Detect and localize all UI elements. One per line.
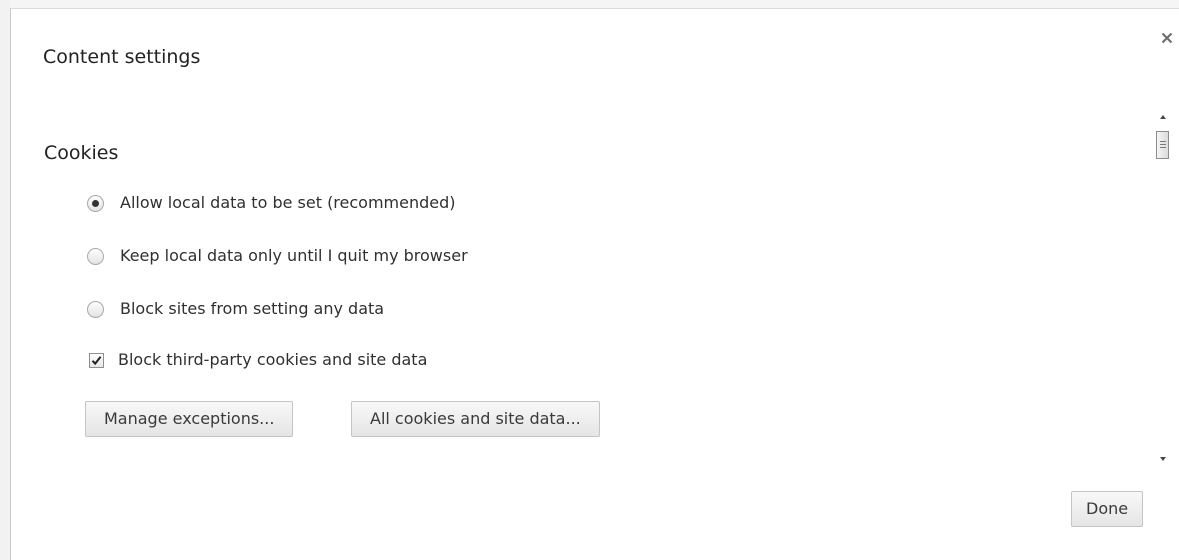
radio-allow-local-data[interactable]: Allow local data to be set (recommended)	[87, 190, 456, 216]
dialog-title: Content settings	[43, 46, 201, 68]
vertical-scrollbar[interactable]	[1155, 101, 1171, 473]
checkmark-icon	[91, 355, 102, 365]
radio-button[interactable]	[87, 247, 104, 265]
checkbox-label: Block third-party cookies and site data	[118, 350, 428, 369]
page-backdrop-top	[0, 0, 1179, 8]
radio-block-sites[interactable]: Block sites from setting any data	[87, 296, 384, 322]
checkbox-block-third-party[interactable]: Block third-party cookies and site data	[87, 347, 427, 373]
chevron-up-icon[interactable]	[1155, 109, 1171, 123]
thumb-grip-line	[1160, 141, 1166, 142]
close-icon[interactable]	[1159, 31, 1175, 47]
cookies-heading: Cookies	[44, 142, 119, 164]
settings-scroll-region[interactable]: Cookies Allow local data to be set (reco…	[21, 101, 1151, 473]
thumb-grip-line	[1160, 147, 1166, 148]
radio-label: Block sites from setting any data	[120, 299, 385, 318]
scrollbar-thumb[interactable]	[1156, 131, 1169, 159]
thumb-grip-line	[1160, 144, 1166, 145]
manage-exceptions-button[interactable]: Manage exceptions...	[85, 401, 294, 437]
content-settings-dialog: Content settings Cookies Allow local dat…	[10, 8, 1179, 560]
radio-label: Allow local data to be set (recommended)	[120, 193, 456, 212]
page-backdrop-edge	[0, 0, 10, 560]
chevron-down-icon[interactable]	[1155, 451, 1171, 465]
radio-label: Keep local data only until I quit my bro…	[120, 246, 468, 265]
done-button[interactable]: Done	[1071, 491, 1144, 527]
radio-selected-dot	[92, 199, 99, 207]
checkbox[interactable]	[89, 352, 104, 368]
all-cookies-button[interactable]: All cookies and site data...	[351, 401, 600, 437]
radio-button[interactable]	[87, 300, 104, 318]
radio-keep-until-quit[interactable]: Keep local data only until I quit my bro…	[87, 243, 468, 269]
radio-button[interactable]	[87, 194, 104, 212]
